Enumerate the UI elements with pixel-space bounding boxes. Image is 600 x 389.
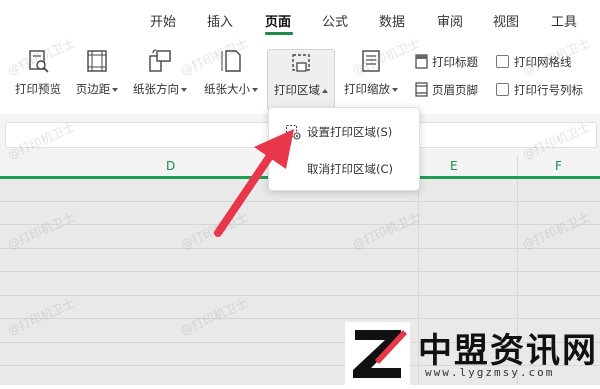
tab-tools[interactable]: 工具	[551, 11, 577, 30]
clear-print-area-label: 取消打印区域(C)	[307, 162, 394, 176]
header-footer-icon	[415, 82, 428, 97]
paper-size-label: 纸张大小	[204, 82, 250, 96]
chevron-down-icon	[252, 87, 258, 92]
active-tab-indicator	[265, 32, 293, 35]
checkbox-unchecked-icon[interactable]	[496, 55, 509, 68]
checkbox-unchecked-icon[interactable]	[496, 83, 509, 96]
grid-row-line	[0, 248, 600, 249]
page-orientation-icon	[149, 49, 171, 72]
print-titles-icon	[415, 54, 428, 69]
chevron-down-icon	[181, 87, 187, 92]
print-area-label: 打印区域	[274, 83, 320, 97]
tab-data[interactable]: 数据	[379, 11, 405, 30]
menu-bar: 开始 插入 页面 公式 数据 审阅 视图 工具	[0, 0, 600, 38]
margins-button[interactable]: 页边距	[70, 38, 124, 108]
print-titles-label: 打印标题	[432, 55, 478, 69]
site-name: 中盟资讯网	[418, 331, 598, 371]
grid-row-line	[0, 318, 600, 319]
chevron-down-icon	[392, 87, 398, 92]
print-row-col-headers-label: 打印行号列标	[514, 83, 583, 97]
column-header-d[interactable]: D	[166, 159, 175, 173]
grid-row-line	[0, 295, 600, 296]
column-header-e[interactable]: E	[450, 159, 458, 173]
tab-formulas[interactable]: 公式	[322, 11, 348, 30]
grid-row-line	[0, 224, 600, 225]
orientation-label: 纸张方向	[133, 82, 179, 96]
print-preview-label: 打印预览	[15, 82, 61, 96]
margins-icon	[87, 50, 107, 72]
chevron-down-icon	[112, 87, 119, 92]
tab-view[interactable]: 视图	[493, 11, 519, 30]
tab-insert[interactable]: 插入	[207, 11, 233, 30]
tab-page[interactable]: 页面	[265, 11, 291, 30]
site-logo	[345, 322, 410, 385]
print-area-button[interactable]: 打印区域	[267, 49, 335, 111]
tab-home[interactable]: 开始	[150, 11, 176, 30]
z-logo-icon	[353, 330, 407, 378]
grid-row-line	[0, 271, 600, 272]
header-footer-button[interactable]: 页眉页脚	[414, 81, 494, 99]
grid-row-line	[0, 201, 600, 202]
site-url: www.lygzmsy.com	[425, 366, 555, 379]
header-footer-label: 页眉页脚	[432, 83, 478, 97]
print-area-icon	[292, 54, 310, 72]
column-separator	[517, 156, 518, 176]
print-scaling-label: 打印缩放	[344, 82, 390, 96]
margins-label: 页边距	[75, 82, 111, 96]
column-header-f[interactable]: F	[555, 159, 562, 173]
set-print-area-label: 设置打印区域(S)	[307, 125, 393, 139]
print-titles-button[interactable]: 打印标题	[414, 53, 494, 71]
print-row-col-headers-checkbox[interactable]: 打印行号列标	[496, 81, 596, 99]
pointer-arrow-icon	[214, 129, 294, 237]
tab-review[interactable]: 审阅	[437, 11, 463, 30]
ribbon: 打印预览 页边距 纸张方向 纸张大小 打印区域 打印缩放 打印标题 页眉页脚 打…	[0, 38, 600, 115]
chevron-up-icon	[322, 88, 328, 93]
